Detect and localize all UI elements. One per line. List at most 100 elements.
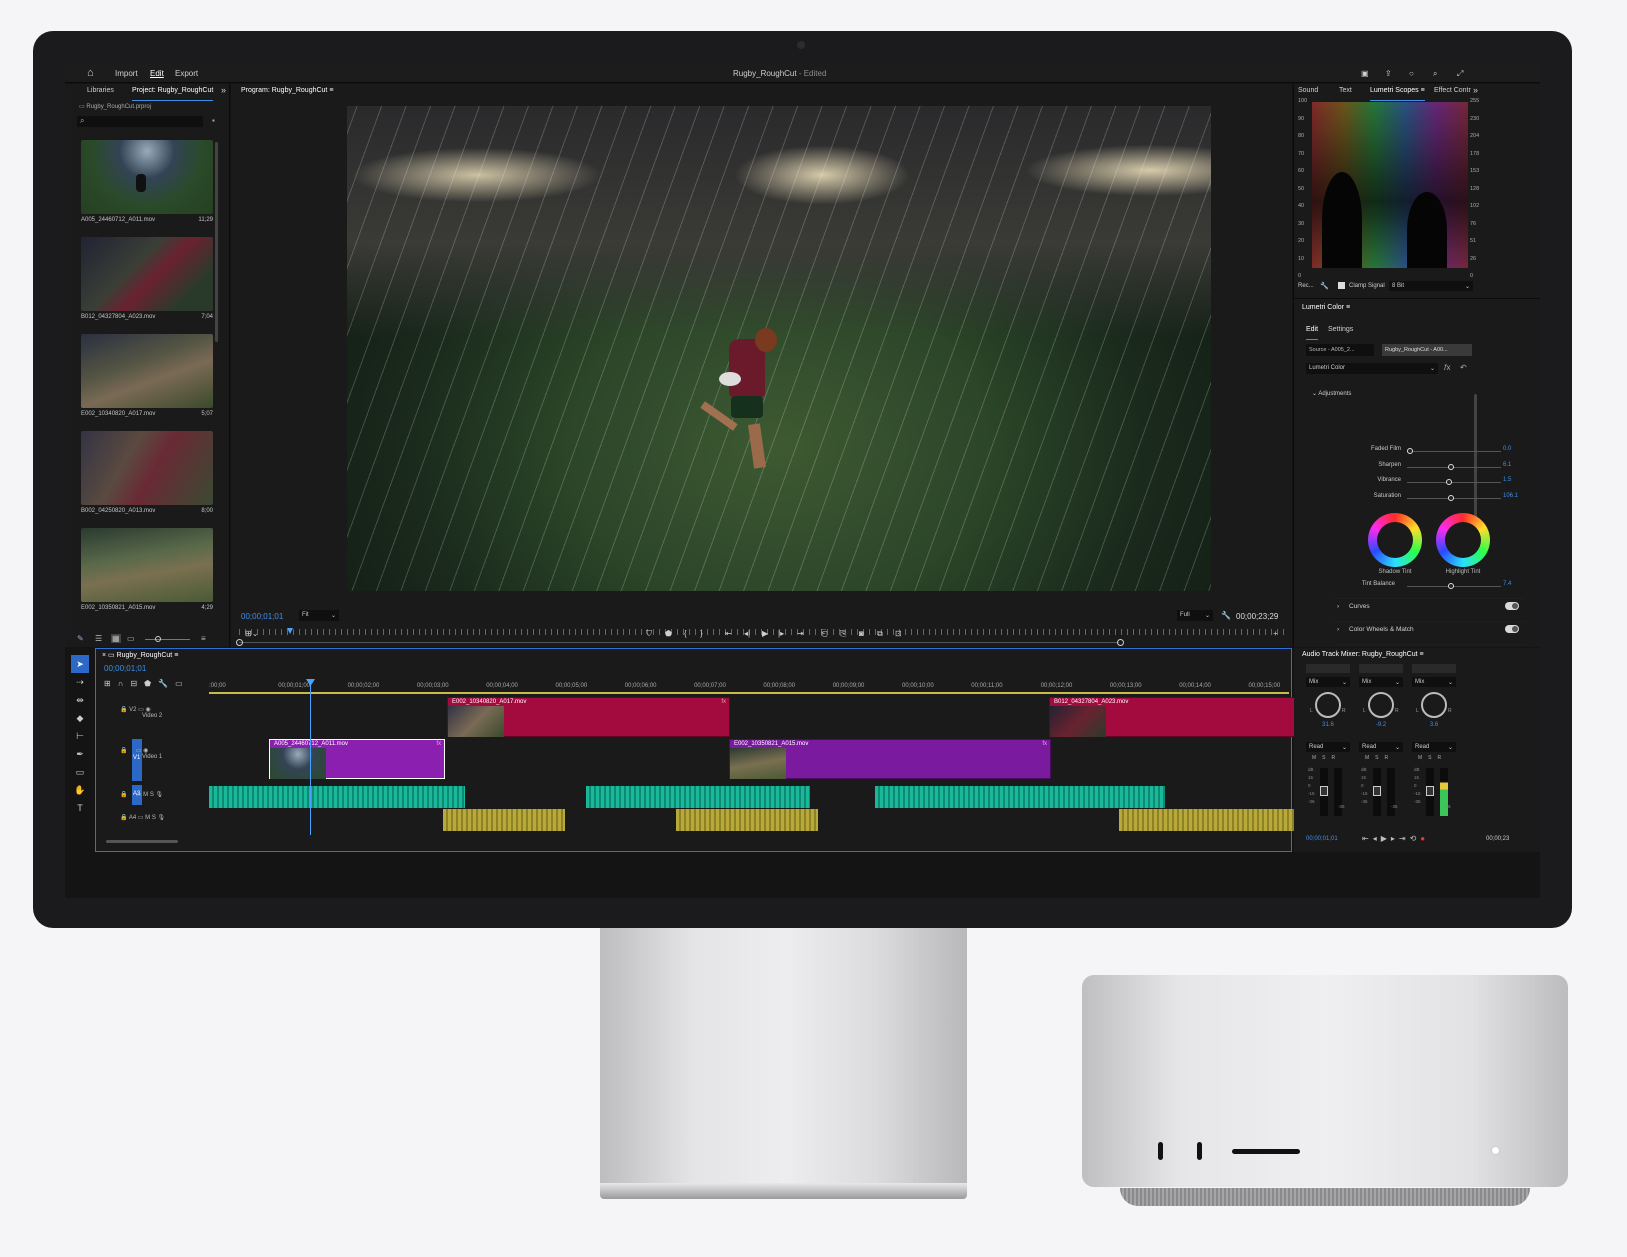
tab-effect-controls[interactable]: Effect Contr [1434,87,1471,101]
mixer-timecode[interactable]: 00;00;01;01 [1306,836,1338,842]
audio-clip-a3[interactable] [875,786,1165,808]
timeline-clip-v2-a[interactable]: E002_10340820_A017.mov fx [447,697,730,737]
tab-lumetri-settings[interactable]: Settings [1328,326,1353,340]
track-select-icon[interactable]: ⇢ [71,673,89,691]
zoom-slider[interactable] [145,639,190,640]
timeline-scrollbar[interactable] [106,840,178,843]
zoom-bar[interactable] [239,642,1119,643]
extract-icon[interactable]: ⎘ [840,629,846,639]
slider-value[interactable]: 0.0 [1503,446,1511,452]
safe-margins-icon[interactable]: ⊞⌄ [245,629,258,638]
add-button-icon[interactable]: + [1273,629,1278,638]
home-icon[interactable]: ⌂ [87,67,94,79]
msr-buttons[interactable]: MSR [1365,755,1394,761]
slider-knob[interactable] [1448,494,1455,501]
clip-thumbnail[interactable] [81,334,213,408]
mixer-transport[interactable]: ⇤◂▶▸⇥⟲● [1362,834,1429,843]
automation-dropdown[interactable]: Read ⌄ [1412,742,1456,752]
search-icon[interactable]: ⌕ [1433,69,1437,79]
tab-text[interactable]: Text [1339,87,1352,101]
work-area-bar[interactable] [209,692,1289,694]
slider-sharpen[interactable]: Sharpen 6.1 [1343,462,1523,474]
fader-handle[interactable] [1373,786,1381,796]
step-back-icon[interactable]: ◂| [744,629,750,638]
tab-lumetri-edit[interactable]: Edit [1306,326,1319,340]
slider-value[interactable]: 6.1 [1503,462,1511,468]
clip-thumbnail[interactable] [81,237,213,311]
sort-icon[interactable]: ≡ [201,634,206,643]
fader-track[interactable] [1426,768,1434,816]
input-selector[interactable] [1412,664,1456,673]
nav-export[interactable]: Export [175,69,198,78]
automation-dropdown[interactable]: Read ⌄ [1306,742,1350,752]
mark-out-icon[interactable]: } [700,629,703,638]
track-header-v2[interactable]: 🔒 V2 ▭ ◉ Video 2 [120,706,162,719]
text-tool-icon[interactable]: T [71,799,89,817]
slider-vibrance[interactable]: Vibrance 1.5 [1343,477,1523,489]
overflow-icon[interactable]: » [1473,85,1478,99]
tab-libraries[interactable]: Libraries [87,87,114,101]
program-timecode[interactable]: 00;00;01;01 [241,612,283,621]
tab-program[interactable]: Program: Rugby_RoughCut ≡ [241,87,333,101]
slider-knob[interactable] [1446,479,1453,485]
track-header-a4[interactable]: 🔒 A4 ▭ M S 🎙 [120,814,165,821]
clip-thumbnail[interactable] [81,431,213,505]
section-toggle[interactable] [1505,625,1519,633]
timeline-clip-v1-b[interactable]: E002_10350821_A015.mov fx [729,739,1051,779]
section-color-wheels-match[interactable]: › Color Wheels & Match [1335,621,1525,637]
fader-handle[interactable] [1426,786,1434,796]
go-to-out-icon[interactable]: ⇥ [797,629,804,638]
msr-buttons[interactable]: MSR [1418,755,1447,761]
timeline-timecode[interactable]: 00;00;01;01 [104,664,146,673]
fader-track[interactable] [1373,768,1381,816]
selection-tool-icon[interactable]: ➤ [71,655,89,673]
play-icon[interactable]: ▶ [762,629,768,638]
audio-clip-a3[interactable] [209,786,465,808]
add-marker-icon[interactable]: ⛉ [646,629,652,639]
slider-tint-balance[interactable]: Tint Balance 7.4 [1343,581,1523,593]
pan-value[interactable]: 3.6 [1412,722,1456,728]
wrench-icon[interactable]: 🔧 [1221,611,1231,620]
fader-track[interactable] [1320,768,1328,816]
ripple-edit-icon[interactable]: ⇹ [71,691,89,709]
mode-dropdown[interactable]: Mix ⌄ [1359,677,1403,687]
audio-clip-a4[interactable] [676,809,818,831]
icon-view-icon[interactable]: ▦ [111,634,121,643]
fit-dropdown[interactable]: Fit ⌄ [299,610,339,621]
pan-knob[interactable] [1315,692,1341,718]
msr-buttons[interactable]: MSR [1312,755,1341,761]
track-header-a3[interactable]: 🔒 ▭ M S 🎙 [120,791,163,798]
mode-dropdown[interactable]: Mix ⌄ [1412,677,1456,687]
clip-thumbnail[interactable] [81,528,213,602]
camera-icon[interactable]: ◙ [859,629,864,638]
nav-import[interactable]: Import [115,69,138,78]
pencil-icon[interactable]: ✎ [77,634,84,643]
razor-icon[interactable]: ◆ [71,709,89,727]
slider-value[interactable]: 106.1 [1503,493,1518,499]
fullscreen-icon[interactable]: ⤢ [1457,69,1463,79]
section-curves[interactable]: › Curves [1335,598,1525,614]
slider-knob[interactable] [1448,583,1455,589]
slider-track[interactable] [1407,451,1501,452]
slip-icon[interactable]: ⊢ [71,727,89,745]
slider-track[interactable] [1407,586,1501,587]
hand-icon[interactable]: ✋ [71,781,89,799]
overflow-icon[interactable]: » [221,85,226,99]
fx-icon[interactable]: 𝑓x [1444,363,1451,373]
track-target-v1[interactable]: V1 [132,739,142,781]
multicam-icon[interactable]: ⊡ [895,629,902,638]
pen-icon[interactable]: ✒ [71,745,89,763]
automation-dropdown[interactable]: Read ⌄ [1359,742,1403,752]
preset-dropdown[interactable]: Lumetri Color ⌄ [1306,363,1438,374]
tab-timeline[interactable]: × ▭ Rugby_RoughCut ≡ [102,651,178,665]
reset-icon[interactable]: ↶ [1460,363,1467,372]
highlight-tint-wheel[interactable] [1436,513,1490,567]
slider-saturation[interactable]: Saturation 106.1 [1343,493,1523,505]
nav-edit[interactable]: Edit [150,69,164,78]
input-selector[interactable] [1306,664,1350,673]
timeline-clip-v2-b[interactable]: B012_04327804_A023.mov fx [1049,697,1311,737]
mode-dropdown[interactable]: Mix ⌄ [1306,677,1350,687]
slider-knob[interactable] [1448,463,1455,470]
zoom-handle-left[interactable] [236,639,243,646]
timeline-tools[interactable]: ⊞∩⊟⬟🔧▭ [104,679,204,688]
